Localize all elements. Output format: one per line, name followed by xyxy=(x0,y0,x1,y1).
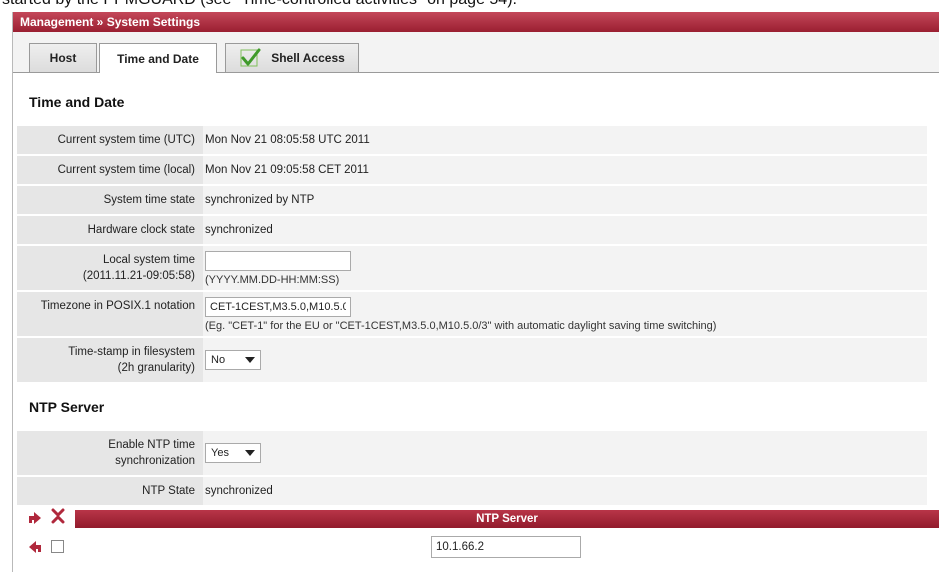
field-label: System time state xyxy=(103,194,195,206)
timezone-hint: (Eg. "CET-1" for the EU or "CET-1CEST,M3… xyxy=(205,319,717,332)
checkmark-icon xyxy=(240,48,261,67)
row-current-time-local: Current system time (local) Mon Nov 21 0… xyxy=(17,156,927,184)
enable-ntp-select[interactable]: Yes xyxy=(205,443,261,463)
table-row xyxy=(17,532,939,562)
row-filesystem-timestamp: Time-stamp in filesystem (2h granularity… xyxy=(17,338,927,382)
system-time-state-value: synchronized by NTP xyxy=(203,186,927,214)
tab-host[interactable]: Host xyxy=(29,43,97,72)
row-current-time-utc: Current system time (UTC) Mon Nov 21 08:… xyxy=(17,126,927,154)
tab-label: Shell Access xyxy=(271,51,345,65)
row-system-time-state: System time state synchronized by NTP xyxy=(17,186,927,214)
select-value: Yes xyxy=(211,447,229,459)
field-label-line: Time-stamp in filesystem xyxy=(68,346,195,358)
column-header: NTP Server xyxy=(476,513,538,525)
tab-time-and-date[interactable]: Time and Date xyxy=(99,43,217,73)
row-select-checkbox[interactable] xyxy=(51,540,64,553)
delete-rows-icon[interactable] xyxy=(50,508,66,524)
field-label-line: Enable NTP time xyxy=(108,439,195,451)
ntp-state-value: synchronized xyxy=(203,477,927,505)
field-label-line: (2h granularity) xyxy=(117,362,195,374)
breadcrumb: Management » System Settings xyxy=(13,12,939,32)
field-label: Local system time (2011.11.21-09:05:58) xyxy=(17,246,199,290)
field-label-line: Local system time xyxy=(102,254,195,266)
current-time-local-value: Mon Nov 21 09:05:58 CET 2011 xyxy=(203,156,927,184)
timezone-input[interactable] xyxy=(205,296,351,317)
enable-ntp-cell: Yes xyxy=(203,431,927,475)
filesystem-timestamp-cell: No xyxy=(203,338,927,382)
format-hint: (YYYY.MM.DD-HH:MM:SS) xyxy=(205,273,340,286)
insert-row-icon[interactable] xyxy=(27,538,43,554)
hardware-clock-state-value: synchronized xyxy=(203,216,927,244)
ntp-server-input[interactable] xyxy=(431,536,581,558)
row-enable-ntp: Enable NTP time synchronization Yes xyxy=(17,431,927,475)
field-label-line: (2011.11.21-09:05:58) xyxy=(82,270,195,282)
ntp-table-header: NTP Server xyxy=(75,510,939,528)
tab-label: Host xyxy=(49,51,77,65)
row-local-system-time: Local system time (2011.11.21-09:05:58) … xyxy=(17,246,927,290)
row-hardware-clock-state: Hardware clock state synchronized xyxy=(17,216,927,244)
tab-strip: Host Time and Date Shell Access xyxy=(13,32,939,73)
chevron-down-icon xyxy=(245,450,255,456)
page-caption: started by the PPMGUARD (see "Time-contr… xyxy=(0,0,939,11)
field-label: Timezone in POSIX.1 notation xyxy=(40,300,195,312)
section-title-ntp-server: NTP Server xyxy=(29,399,105,415)
tab-label: Time and Date xyxy=(117,51,199,66)
field-label: Current system time (UTC) xyxy=(57,134,195,146)
section-title-time-and-date: Time and Date xyxy=(29,94,125,110)
field-label: Enable NTP time synchronization xyxy=(17,431,199,475)
field-label: Hardware clock state xyxy=(87,224,195,236)
tab-shell-access[interactable]: Shell Access xyxy=(225,43,359,72)
insert-row-icon[interactable] xyxy=(27,509,43,525)
field-label-line: synchronization xyxy=(115,455,195,467)
row-timezone: Timezone in POSIX.1 notation (Eg. "CET-1… xyxy=(17,292,927,336)
select-value: No xyxy=(211,354,226,366)
timezone-cell: (Eg. "CET-1" for the EU or "CET-1CEST,M3… xyxy=(203,292,927,336)
field-label: Current system time (local) xyxy=(57,164,195,176)
current-time-utc-value: Mon Nov 21 08:05:58 UTC 2011 xyxy=(203,126,927,154)
field-label: Time-stamp in filesystem (2h granularity… xyxy=(17,338,199,382)
row-ntp-state: NTP State synchronized xyxy=(17,477,927,505)
local-system-time-cell: (YYYY.MM.DD-HH:MM:SS) xyxy=(203,246,927,290)
local-system-time-input[interactable] xyxy=(205,250,351,271)
field-label: NTP State xyxy=(142,485,195,497)
chevron-down-icon xyxy=(245,357,255,363)
filesystem-timestamp-select[interactable]: No xyxy=(205,350,261,370)
